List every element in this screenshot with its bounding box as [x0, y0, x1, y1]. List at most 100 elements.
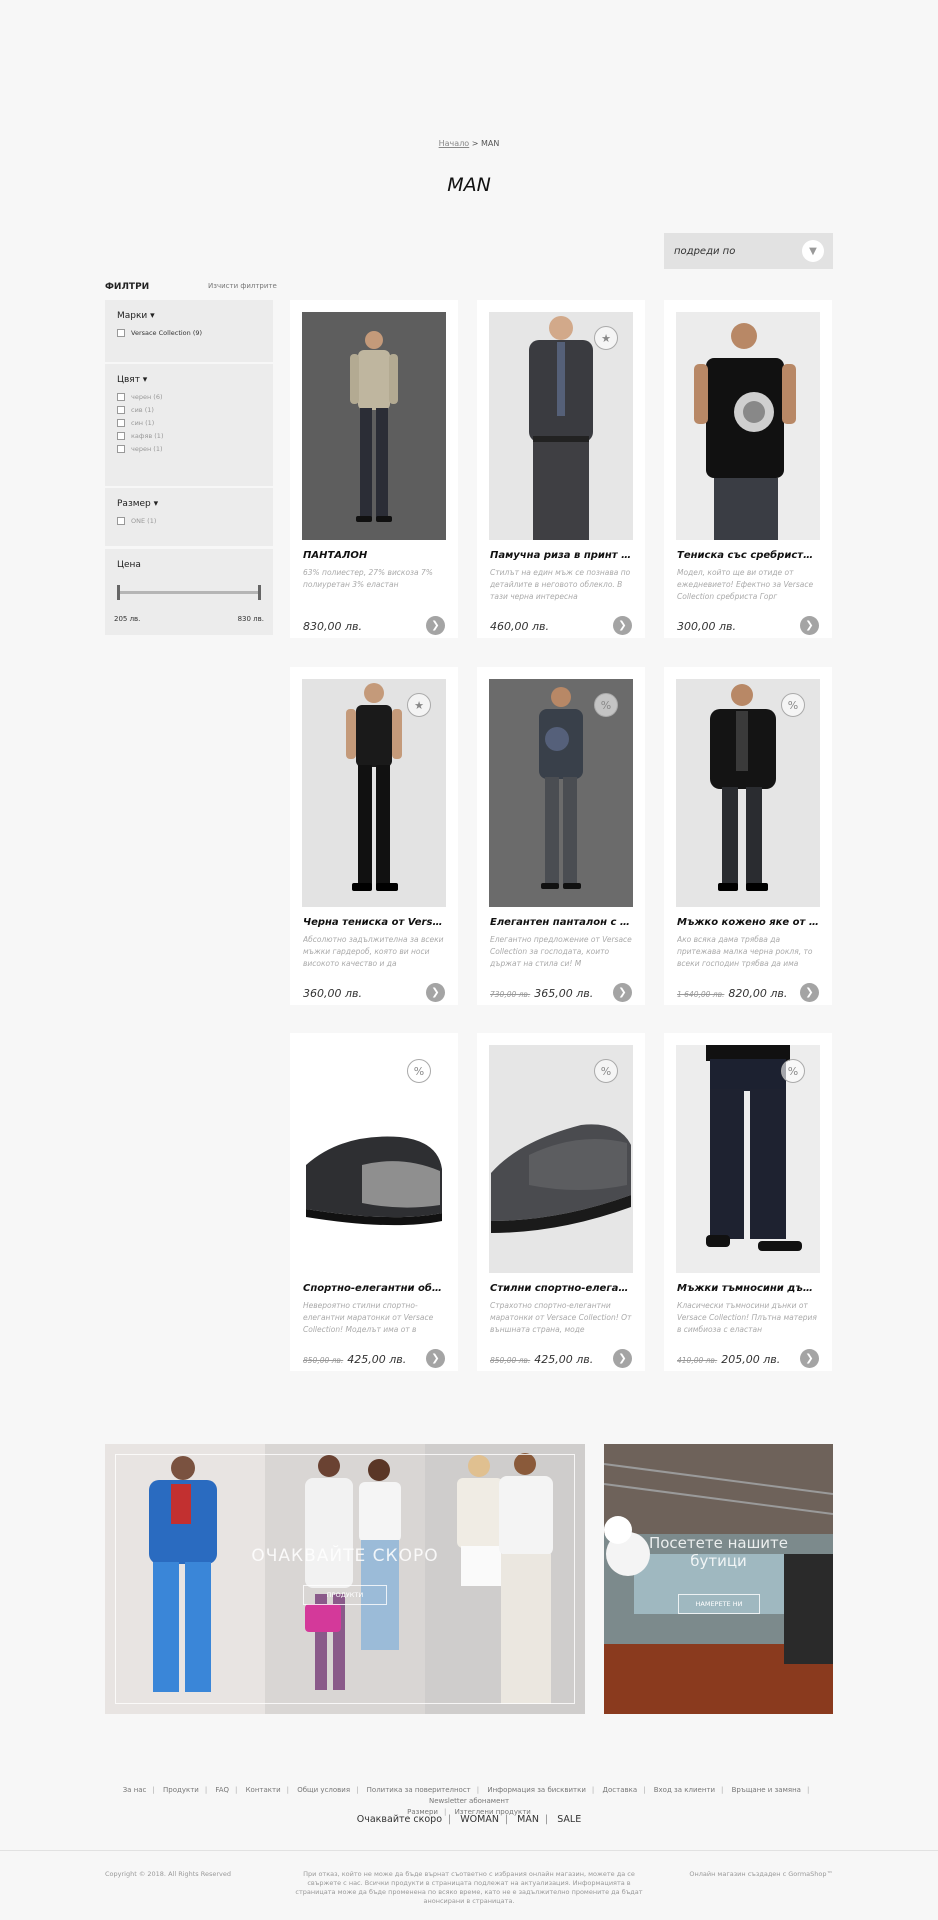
product-name[interactable]: Памучна риза в принт мъж... — [490, 550, 632, 561]
product-old-price: 850,00 лв. — [490, 1356, 531, 1365]
arrow-right-icon[interactable]: ❯ — [800, 616, 819, 635]
product-image[interactable]: ★ — [489, 312, 633, 540]
product-name[interactable]: Мъжки тъмносини дънки ... — [677, 1283, 819, 1294]
product-image[interactable] — [676, 312, 820, 540]
coming-soon-banner[interactable]: ОЧАКВАЙТЕ СКОРО ПРОДУКТИ — [105, 1444, 585, 1714]
filter-color-option[interactable]: кафяв (1) — [117, 432, 261, 440]
filter-size-option[interactable]: ONE (1) — [117, 517, 261, 525]
product-description: Ако всяка дама трябва да притежава малка… — [677, 935, 813, 968]
footer-link[interactable]: Вход за клиенти — [654, 1786, 715, 1794]
product-card[interactable]: ★ Черна тениска от Versace... Абсолютно … — [290, 667, 458, 1005]
checkbox[interactable] — [117, 393, 125, 401]
discount-icon[interactable]: % — [594, 693, 618, 717]
checkbox[interactable] — [117, 445, 125, 453]
filter-color-option[interactable]: син (1) — [117, 419, 261, 427]
arrow-right-icon[interactable]: ❯ — [613, 616, 632, 635]
product-image[interactable]: % — [489, 1045, 633, 1273]
footer-link[interactable]: Общи условия — [297, 1786, 350, 1794]
product-description: 63% полиестер, 27% вискоза 7% полиуретан… — [303, 568, 433, 589]
product-name[interactable]: Стилни спортно-елегант... — [490, 1283, 632, 1294]
boutiques-banner[interactable]: Посетете нашите бутици НАМЕРЕТЕ НИ — [604, 1444, 833, 1714]
filter-color-option[interactable]: черен (6) — [117, 393, 261, 401]
footer-link[interactable]: FAQ — [215, 1786, 229, 1794]
star-icon[interactable]: ★ — [594, 326, 618, 350]
product-card[interactable]: Тениска със сребриста Гор... Модел, койт… — [664, 300, 832, 638]
arrow-right-icon[interactable]: ❯ — [800, 1349, 819, 1368]
footer-link[interactable]: Newsletter абонамент — [429, 1797, 509, 1805]
chevron-down-icon[interactable]: ▼ — [802, 240, 824, 262]
price-min-handle[interactable] — [117, 585, 120, 600]
filter-color-option[interactable]: черен (1) — [117, 445, 261, 453]
banner-products-button[interactable]: ПРОДУКТИ — [303, 1585, 387, 1605]
filter-size-toggle[interactable]: Размер ▾ — [117, 499, 261, 509]
product-image[interactable]: % — [302, 1045, 446, 1273]
product-price: 730,00 лв. 365,00 лв. — [490, 987, 594, 1000]
checkbox[interactable] — [117, 419, 125, 427]
checkbox[interactable] — [117, 406, 125, 414]
product-card[interactable]: % Спортно-елегантни обув... Невероятно с… — [290, 1033, 458, 1371]
footer-link[interactable]: Връщане и замяна — [732, 1786, 801, 1794]
arrow-right-icon[interactable]: ❯ — [426, 616, 445, 635]
product-image[interactable] — [302, 312, 446, 540]
product-name[interactable]: Мъжко кожено яке от Vers... — [677, 917, 819, 928]
arrow-right-icon[interactable]: ❯ — [426, 1349, 445, 1368]
footer-divider — [0, 1850, 938, 1851]
product-description: Невероятно стилни спортно-елегантни мара… — [303, 1301, 434, 1334]
discount-icon[interactable]: % — [407, 1059, 431, 1083]
breadcrumb-home-link[interactable]: Начало — [439, 139, 470, 148]
footer-nav-man[interactable]: MAN — [517, 1814, 539, 1825]
clear-filters-link[interactable]: Изчисти филтрите — [208, 282, 277, 290]
product-card[interactable]: ★ Памучна риза в принт мъж... Стилът на … — [477, 300, 645, 638]
banner-find-us-button[interactable]: НАМЕРЕТЕ НИ — [678, 1594, 760, 1614]
footer-link[interactable]: За нас — [123, 1786, 147, 1794]
product-name[interactable]: Спортно-елегантни обув... — [303, 1283, 445, 1294]
price-range-slider[interactable] — [117, 585, 261, 600]
discount-icon[interactable]: % — [781, 693, 805, 717]
footer-link[interactable]: Продукти — [163, 1786, 199, 1794]
filter-brand-option[interactable]: Versace Collection (9) — [117, 329, 261, 337]
product-card[interactable]: % Мъжко кожено яке от Vers... Ако всяка … — [664, 667, 832, 1005]
footer-link[interactable]: Политика за поверителност — [367, 1786, 471, 1794]
product-price: 830,00 лв. — [303, 620, 362, 633]
star-icon[interactable]: ★ — [407, 693, 431, 717]
arrow-right-icon[interactable]: ❯ — [613, 983, 632, 1002]
product-image[interactable]: % — [676, 679, 820, 907]
arrow-right-icon[interactable]: ❯ — [800, 983, 819, 1002]
product-card[interactable]: % Мъжки тъмносини дънки ... Класически т… — [664, 1033, 832, 1371]
sort-dropdown[interactable]: подреди по ▼ — [664, 233, 833, 269]
filter-price-label: Цена — [117, 560, 141, 570]
arrow-right-icon[interactable]: ❯ — [613, 1349, 632, 1368]
footer-nav-sale[interactable]: SALE — [557, 1814, 581, 1825]
product-image[interactable]: % — [676, 1045, 820, 1273]
filter-brands-toggle[interactable]: Марки ▾ — [117, 311, 261, 321]
product-name[interactable]: Тениска със сребриста Гор... — [677, 550, 819, 561]
checkbox[interactable] — [117, 329, 125, 337]
checkbox[interactable] — [117, 432, 125, 440]
filter-color-toggle[interactable]: Цвят ▾ — [117, 375, 261, 385]
footer-nav-coming-soon[interactable]: Очаквайте скоро — [357, 1814, 442, 1825]
product-image[interactable]: ★ — [302, 679, 446, 907]
footer-nav-woman[interactable]: WOMAN — [460, 1814, 499, 1825]
discount-icon[interactable]: % — [594, 1059, 618, 1083]
product-image[interactable]: % — [489, 679, 633, 907]
product-card[interactable]: % Стилни спортно-елегант... Страхотно сп… — [477, 1033, 645, 1371]
footer-made-by[interactable]: Онлайн магазин създаден с GormaShop™ — [689, 1870, 833, 1878]
copyright: Copyright © 2018. All Rights Reserved — [105, 1870, 232, 1878]
product-name[interactable]: Черна тениска от Versace... — [303, 917, 445, 928]
product-name[interactable]: ПАНТАЛОН — [303, 550, 445, 561]
product-old-price: 850,00 лв. — [303, 1356, 344, 1365]
discount-icon[interactable]: % — [781, 1059, 805, 1083]
product-price: 460,00 лв. — [490, 620, 549, 633]
footer-link[interactable]: Информация за бисквитки — [487, 1786, 586, 1794]
product-name[interactable]: Елегантен панталон с ръ... — [490, 917, 632, 928]
filter-color-option[interactable]: сив (1) — [117, 406, 261, 414]
product-description: Модел, който ще ви отиде от ежедневието!… — [677, 568, 814, 601]
product-card[interactable]: ПАНТАЛОН 63% полиестер, 27% вискоза 7% п… — [290, 300, 458, 638]
checkbox[interactable] — [117, 517, 125, 525]
price-max-handle[interactable] — [258, 585, 261, 600]
footer-link[interactable]: Доставка — [603, 1786, 638, 1794]
banner-frame — [115, 1454, 575, 1704]
footer-link[interactable]: Контакти — [246, 1786, 281, 1794]
product-card[interactable]: % Елегантен панталон с ръ... Елегантно п… — [477, 667, 645, 1005]
arrow-right-icon[interactable]: ❯ — [426, 983, 445, 1002]
